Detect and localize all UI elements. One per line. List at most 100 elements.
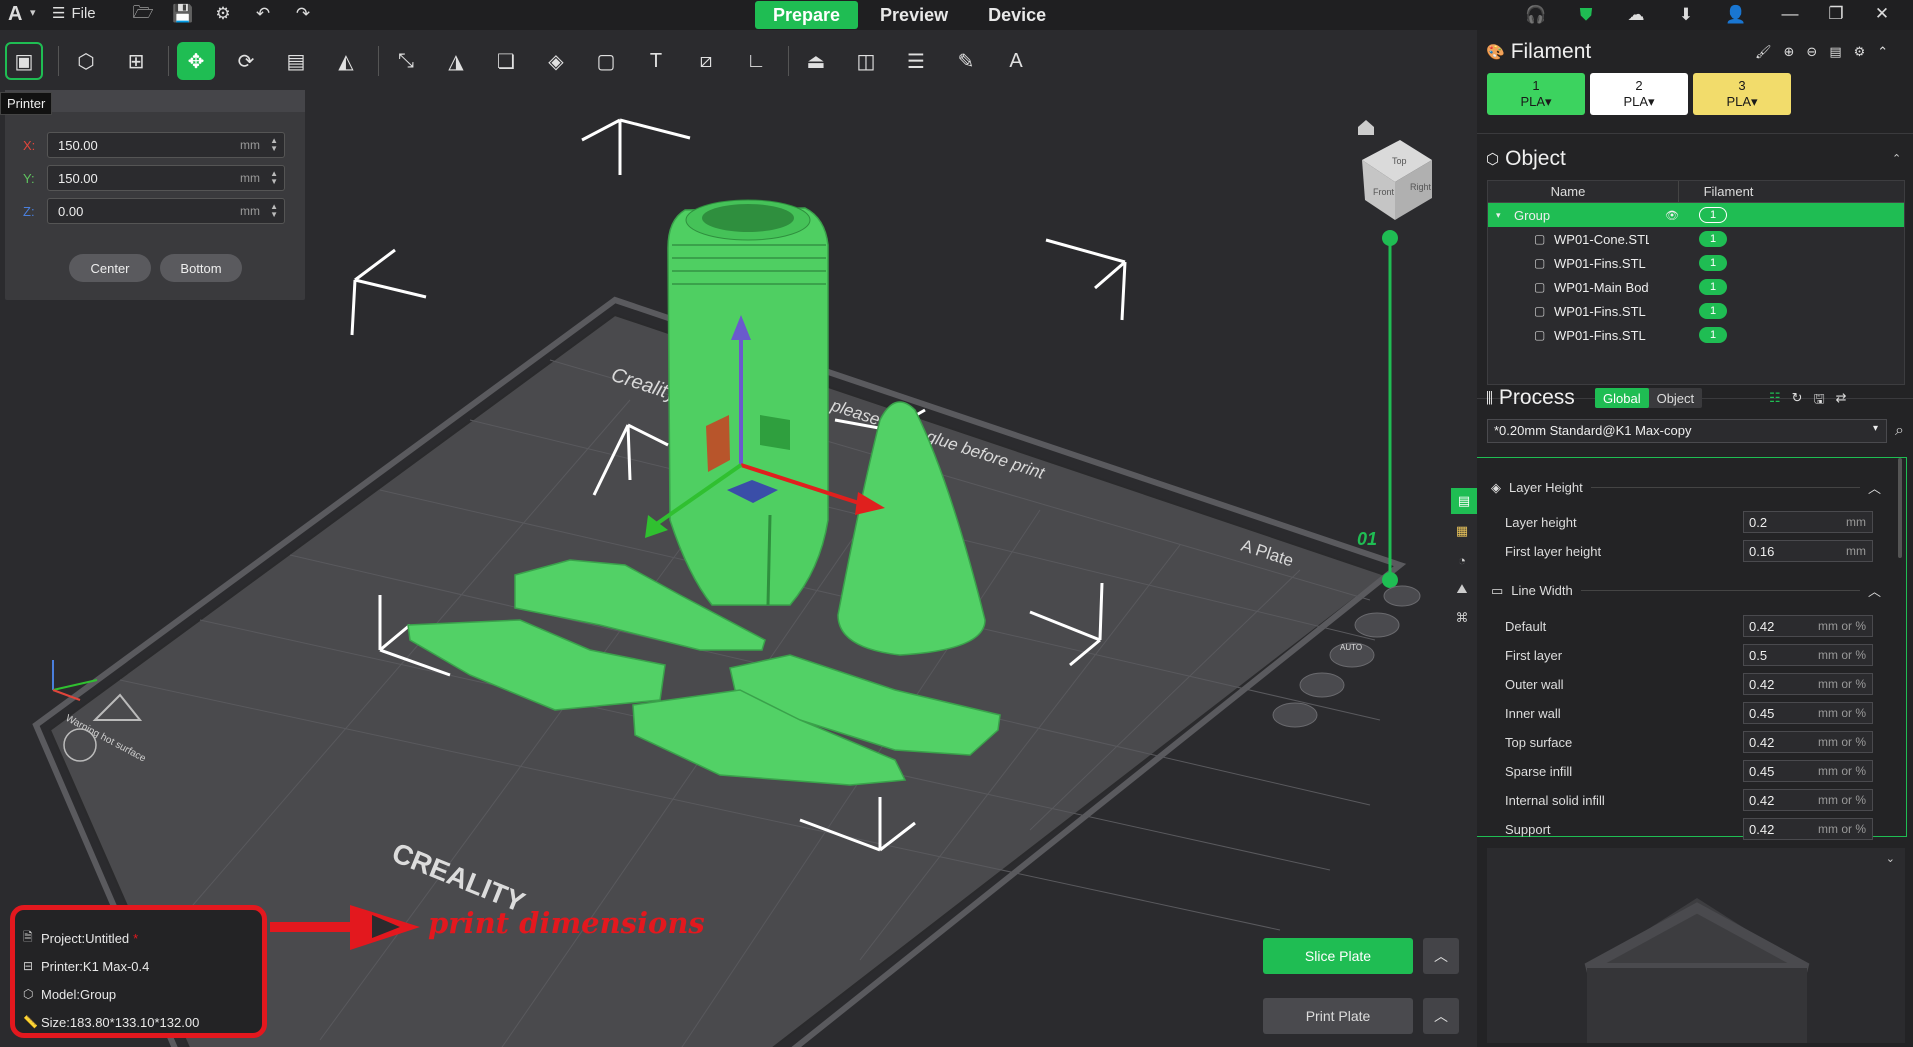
filament-badge[interactable]: 1: [1699, 207, 1727, 223]
setting-value-input[interactable]: 0.42 mm or %: [1743, 731, 1873, 753]
strength-category-icon[interactable]: ▦: [1449, 518, 1475, 544]
setting-value-input[interactable]: 0.45 mm or %: [1743, 702, 1873, 724]
open-folder-icon[interactable]: 🗁: [130, 3, 156, 25]
support-category-icon[interactable]: ⛰: [1449, 576, 1475, 602]
filament-badge[interactable]: 1: [1699, 327, 1727, 343]
setting-value-input[interactable]: 0.42 mm or %: [1743, 818, 1873, 840]
object-row[interactable]: ▢ WP01-Cone.STL 1: [1488, 227, 1904, 251]
home-view-icon[interactable]: [1358, 120, 1374, 135]
save-preset-icon[interactable]: 🖫: [1814, 390, 1825, 412]
arrange-icon[interactable]: ▤: [277, 42, 315, 80]
close-view-icon[interactable]: [1383, 585, 1421, 607]
print-plate-button[interactable]: Print Plate: [1263, 998, 1413, 1034]
filament-slot-2[interactable]: 2 PLA▾: [1590, 73, 1688, 115]
printer-settings-icon[interactable]: ▣: [5, 42, 43, 80]
filament-badge[interactable]: 1: [1699, 231, 1727, 247]
support-paint-icon[interactable]: ⏏: [797, 42, 835, 80]
cloud-upload-icon[interactable]: ☁: [1623, 4, 1649, 26]
scale-icon[interactable]: ⤡: [387, 42, 425, 80]
seam-paint-icon[interactable]: ◫: [847, 42, 885, 80]
brush-icon[interactable]: 🖌: [1755, 44, 1772, 60]
text-icon[interactable]: T: [637, 42, 675, 80]
filament-settings-icon[interactable]: ⚙: [1854, 44, 1866, 60]
quality-category-icon[interactable]: ▤: [1451, 488, 1477, 514]
object-row[interactable]: ▢ WP01-Main Body 1: [1488, 275, 1904, 299]
3d-viewport[interactable]: Creality please apply glue before print …: [0, 90, 1477, 1047]
object-row[interactable]: ▾ Group 👁 1: [1488, 203, 1904, 227]
others-category-icon[interactable]: ⌘: [1449, 605, 1475, 631]
layer-slider-top-handle[interactable]: [1382, 230, 1398, 246]
advanced-toggle-icon[interactable]: ☷: [1769, 390, 1781, 412]
compare-icon[interactable]: ⇄: [1836, 390, 1847, 412]
filament-badge[interactable]: 1: [1699, 255, 1727, 271]
setting-value-input[interactable]: 0.42 mm or %: [1743, 615, 1873, 637]
headset-icon[interactable]: 🎧: [1523, 4, 1549, 26]
lock-icon[interactable]: [1299, 672, 1345, 698]
z-position-input[interactable]: 0.00 mm ▲ ▼: [47, 198, 285, 224]
reset-icon[interactable]: ↻: [1792, 390, 1803, 412]
y-spinner-icon[interactable]: ▲ ▼: [270, 170, 278, 186]
process-preset-select[interactable]: *0.20mm Standard@K1 Max-copy ▾: [1487, 419, 1887, 443]
app-logo[interactable]: A: [8, 3, 22, 26]
setting-value-input[interactable]: 0.42 mm or %: [1743, 789, 1873, 811]
object-tab[interactable]: Object: [1649, 388, 1703, 408]
save-icon[interactable]: 💾: [170, 3, 196, 25]
rotate-icon[interactable]: ⟳: [227, 42, 265, 80]
collapse-thumbnail-icon[interactable]: ⌄: [1886, 852, 1895, 865]
measure-icon[interactable]: ∟: [737, 42, 775, 80]
hollow-icon[interactable]: ▢: [587, 42, 625, 80]
add-filament-icon[interactable]: ⊕: [1784, 44, 1795, 60]
shield-icon[interactable]: ⛊: [1573, 4, 1599, 26]
filament-slot-3[interactable]: 3 PLA▾: [1693, 73, 1791, 115]
cut-icon[interactable]: ⧄: [687, 42, 725, 80]
filament-badge[interactable]: 1: [1699, 303, 1727, 319]
layers-list-icon[interactable]: [1354, 612, 1400, 638]
gear-icon[interactable]: [1272, 702, 1318, 728]
tab-prepare[interactable]: Prepare: [755, 1, 859, 29]
x-position-input[interactable]: 150.00 mm ▲ ▼: [47, 132, 285, 158]
redo-icon[interactable]: ↷: [290, 3, 316, 25]
tab-device[interactable]: Device: [970, 1, 1064, 29]
slice-plate-button[interactable]: Slice Plate: [1263, 938, 1413, 974]
restore-icon[interactable]: ❐: [1823, 3, 1849, 25]
logo-dropdown-icon[interactable]: ▾: [30, 6, 36, 19]
variable-layer-icon[interactable]: ☰: [897, 42, 935, 80]
file-menu[interactable]: ☰ File: [52, 4, 96, 23]
expand-icon[interactable]: ▾: [1496, 210, 1501, 221]
collapse-group-icon[interactable]: ︿: [1868, 478, 1881, 497]
collapse-object-icon[interactable]: ⌃: [1892, 152, 1901, 165]
setting-value-input[interactable]: 0.5 mm or %: [1743, 644, 1873, 666]
layer-height-group[interactable]: ◈ Layer Height ︿: [1491, 478, 1881, 497]
filament-slot-1[interactable]: 1 PLA▾: [1487, 73, 1585, 115]
z-spinner-icon[interactable]: ▲ ▼: [270, 203, 278, 219]
remove-filament-icon[interactable]: ⊖: [1806, 44, 1817, 60]
object-row[interactable]: ▢ WP01-Fins.STL 1: [1488, 323, 1904, 347]
view-cube[interactable]: Top Front Right: [1362, 140, 1432, 220]
split-parts-icon[interactable]: ◈: [537, 42, 575, 80]
x-spinner-icon[interactable]: ▲ ▼: [270, 137, 278, 153]
setting-value-input[interactable]: 0.2 mm: [1743, 511, 1873, 533]
layer-slider[interactable]: 01: [1357, 230, 1398, 588]
slice-options-chevron-icon[interactable]: ︿: [1423, 938, 1459, 974]
collapse-group-icon[interactable]: ︿: [1868, 581, 1881, 600]
lay-on-face-icon[interactable]: ◭: [327, 42, 365, 80]
undo-icon[interactable]: ↶: [250, 3, 276, 25]
object-row[interactable]: ▢ WP01-Fins.STL 1: [1488, 299, 1904, 323]
copy-icon[interactable]: ❏: [487, 42, 525, 80]
speed-category-icon[interactable]: ◔: [1449, 547, 1475, 573]
add-object-icon[interactable]: ⬡: [67, 42, 105, 80]
filament-badge[interactable]: 1: [1699, 279, 1727, 295]
gear-icon[interactable]: ⚙: [210, 3, 236, 25]
print-options-chevron-icon[interactable]: ︿: [1423, 998, 1459, 1034]
move-icon[interactable]: ✥: [177, 42, 215, 80]
close-icon[interactable]: ✕: [1869, 3, 1895, 25]
user-icon[interactable]: 👤: [1723, 4, 1749, 26]
settings-scrollbar[interactable]: [1898, 458, 1902, 558]
layer-slider-bottom-handle[interactable]: [1382, 572, 1398, 588]
center-button[interactable]: Center: [69, 254, 151, 282]
setting-value-input[interactable]: 0.42 mm or %: [1743, 673, 1873, 695]
search-icon[interactable]: ⌕: [1895, 422, 1904, 440]
eye-icon[interactable]: 👁: [1665, 209, 1679, 222]
edit-icon[interactable]: ▤: [1829, 44, 1841, 60]
mirror-icon[interactable]: ◮: [437, 42, 475, 80]
